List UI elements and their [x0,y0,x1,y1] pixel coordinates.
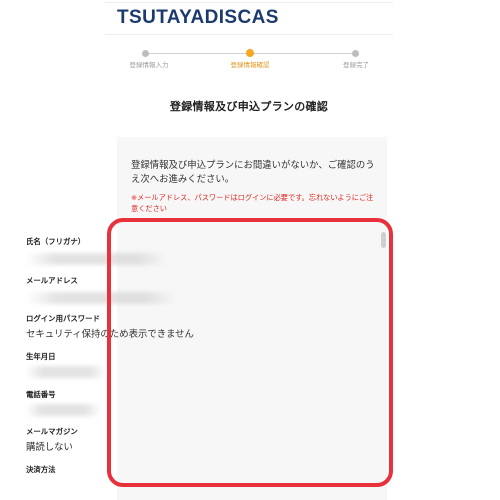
field-label-payment-method: 決済方法 [26,465,56,474]
stepper-line-1 [145,53,250,54]
field-label-email: メールアドレス [26,276,78,285]
top-divider [105,2,393,3]
logo-text-tsutaya: TSUTAYA [117,7,205,28]
field-label-phone: 電話番号 [26,390,56,399]
field-value-mail-magazine: 購読しない [26,442,73,453]
logo-text-discas: DISCAS [204,7,279,28]
page-title: 登録情報及び申込プランの確認 [169,100,329,113]
details-scrollbar[interactable] [381,232,386,472]
confirmation-card: 登録情報及び申込プランにお間違いがないか、ご確認のうえ次へお進みください。 ※メ… [117,137,387,500]
progress-stepper: 登録情報入力 登録情報確認 登録完了 [105,40,393,70]
intro-text: 登録情報及び申込プランにお間違いがないか、ご確認のうえ次へお進みください。 [131,160,375,185]
step-dot-3 [352,50,359,57]
redacted-value-name-kana [26,253,166,265]
field-label-login-password: ログイン用パスワード [26,314,100,323]
details-scrollbar-thumb[interactable] [381,232,386,248]
field-label-mail-magazine: メールマガジン [26,427,78,436]
tsutaya-discas-logo[interactable]: TSUTAYADISCAS [117,7,279,29]
warning-text: ※メールアドレス、パスワードはログインに必要です。忘れないようにご注意ください [131,193,374,213]
redacted-value-email [26,292,176,304]
step-dot-2-active [246,49,254,57]
redacted-value-phone [26,404,101,416]
step-dot-1 [142,50,149,57]
header-divider [105,34,393,35]
step-label-confirm: 登録情報確認 [230,61,270,69]
redacted-value-birthdate [26,366,106,378]
field-value-login-password: セキュリティ保持のため表示できません [26,329,194,340]
field-label-name-kana: 氏名（フリガナ） [26,237,86,246]
confirmation-page: TSUTAYADISCAS 登録情報入力 登録情報確認 登録完了 登録情報及び申… [105,0,393,500]
step-label-input: 登録情報入力 [129,61,169,69]
step-label-complete: 登録完了 [343,61,369,69]
field-label-birthdate: 生年月日 [26,352,56,361]
stepper-line-2 [250,53,355,54]
